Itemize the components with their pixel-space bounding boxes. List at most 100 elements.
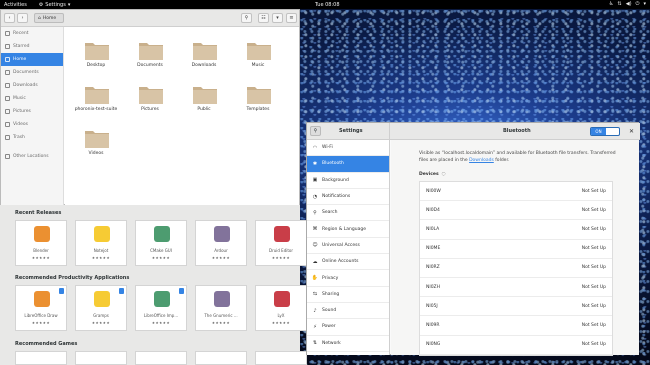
- folder-icon: [84, 83, 110, 105]
- sidebar-item-label: Region & Language: [322, 226, 366, 232]
- forward-button[interactable]: ›: [17, 13, 28, 23]
- sidebar-item-trash[interactable]: Trash: [1, 131, 63, 144]
- folder-videos[interactable]: Videos: [74, 121, 118, 166]
- sidebar-item-online-accounts[interactable]: ☁ Online Accounts: [307, 254, 389, 271]
- device-row[interactable]: NI0NG Not Set Up: [420, 336, 612, 355]
- section-header-recent: Recent Releases: [15, 210, 62, 216]
- sidebar-item-background[interactable]: ▣ Background: [307, 173, 389, 189]
- installed-badge-icon: [119, 288, 124, 294]
- search-button[interactable]: ⚲: [241, 13, 252, 23]
- sidebar-item-music[interactable]: Music: [1, 92, 63, 105]
- pictures-icon: [5, 109, 10, 114]
- folder-music[interactable]: Music: [236, 33, 280, 78]
- sidebar-item-other-locations[interactable]: Other Locations: [1, 150, 63, 163]
- sidebar-item-starred[interactable]: Starred: [1, 40, 63, 53]
- settings-window: ⚲ Settings Bluetooth ON ✕ ◠ Wi-Fi ✱ Bluetoo…: [306, 122, 640, 356]
- sidebar-item-videos[interactable]: Videos: [1, 118, 63, 131]
- device-status: Not Set Up: [581, 322, 606, 328]
- rating-stars: ★★★★★: [211, 256, 231, 260]
- sidebar-item-network[interactable]: ⇅ Network: [307, 336, 389, 352]
- folder-documents[interactable]: Documents: [128, 33, 172, 78]
- device-name: NI0ME: [426, 246, 441, 252]
- game-tile[interactable]: [195, 351, 247, 365]
- game-tile[interactable]: [255, 351, 307, 365]
- sidebar-item-universal-access[interactable]: ☺ Universal Access: [307, 238, 389, 255]
- folder-name: Documents: [137, 63, 163, 68]
- folder-phoronix-test-suite[interactable]: phoronix-test-suite: [74, 77, 118, 122]
- device-row[interactable]: NI0D4 Not Set Up: [420, 201, 612, 221]
- sidebar-item-sound[interactable]: ♪ Sound: [307, 303, 389, 320]
- folder-name: Music: [251, 63, 265, 68]
- app-icon: [272, 224, 292, 244]
- back-button[interactable]: ‹: [4, 13, 15, 23]
- bluetooth-description: Visible as “localhost.localdomain” and a…: [419, 151, 619, 164]
- close-button[interactable]: ✕: [629, 128, 634, 135]
- app-tile-druid-editor[interactable]: Druid Editor ★★★★★: [255, 220, 307, 266]
- clock[interactable]: Tue 08:08: [315, 2, 340, 8]
- sidebar-item-privacy[interactable]: ✋ Privacy: [307, 270, 389, 287]
- sidebar-item-home[interactable]: Home: [1, 53, 63, 66]
- games-row: [15, 351, 307, 365]
- search-button[interactable]: ⚲: [310, 126, 321, 136]
- menu-button[interactable]: ≡: [286, 13, 297, 23]
- rating-stars: ★★★★★: [31, 256, 51, 260]
- sidebar-item-recent[interactable]: Recent: [1, 27, 63, 40]
- sidebar-item-label: Videos: [13, 122, 28, 127]
- sidebar-item-power[interactable]: ⚡ Power: [307, 319, 389, 336]
- starred-icon: [5, 44, 10, 49]
- device-status: Not Set Up: [581, 207, 606, 213]
- app-tile-ardour[interactable]: Ardour ★★★★★: [195, 220, 247, 266]
- app-tile-lyx[interactable]: LyX ★★★★★: [255, 285, 307, 331]
- app-tile-the-gnumeric[interactable]: The Gnumeric ... ★★★★★: [195, 285, 247, 331]
- activities-button[interactable]: Activities: [4, 2, 27, 8]
- sidebar-item-pictures[interactable]: Pictures: [1, 105, 63, 118]
- videos-icon: [5, 122, 10, 127]
- bluetooth-toggle[interactable]: ON: [590, 127, 620, 136]
- list-view-icon: ☷: [261, 15, 266, 21]
- sidebar-item-documents[interactable]: Documents: [1, 66, 63, 79]
- device-row[interactable]: NI0LA Not Set Up: [420, 220, 612, 240]
- device-row[interactable]: NI05J Not Set Up: [420, 297, 612, 317]
- app-tile-notejot[interactable]: Notejot ★★★★★: [75, 220, 127, 266]
- sidebar-item-search[interactable]: ⚲ Search: [307, 205, 389, 222]
- device-row[interactable]: NI0ME Not Set Up: [420, 240, 612, 259]
- app-tile-blender[interactable]: Blender ★★★★★: [15, 220, 67, 266]
- rating-stars: ★★★★★: [91, 321, 111, 325]
- sidebar-item-downloads[interactable]: Downloads: [1, 79, 63, 92]
- game-tile[interactable]: [135, 351, 187, 365]
- system-menu[interactable]: ♿ ⇅ ◀) ⏻ ▾: [609, 1, 646, 7]
- breadcrumb[interactable]: ⌂ Home: [34, 13, 64, 23]
- app-tile-gramps[interactable]: Gramps ★★★★★: [75, 285, 127, 331]
- folder-templates[interactable]: Templates: [236, 77, 280, 122]
- sidebar-item-label: Online Accounts: [322, 259, 359, 265]
- view-options-button[interactable]: ▾: [272, 13, 283, 23]
- sidebar-item-sharing[interactable]: ⇆ Sharing: [307, 287, 389, 303]
- app-name: LibreOffice Draw: [24, 313, 58, 318]
- game-tile[interactable]: [75, 351, 127, 365]
- device-row[interactable]: NI00W Not Set Up: [420, 182, 612, 202]
- device-row[interactable]: NI0ZH Not Set Up: [420, 278, 612, 298]
- app-tile-libreoffice-imp[interactable]: LibreOffice Imp... ★★★★★: [135, 285, 187, 331]
- downloads-link[interactable]: Downloads: [469, 158, 494, 163]
- recent-row: Blender ★★★★★ Notejot ★★★★★ CMake GUI ★★★★★ Ar…: [15, 220, 307, 266]
- sidebar-item-notifications[interactable]: ◔ Notifications: [307, 189, 389, 206]
- app-name: LyX: [277, 313, 285, 318]
- folder-pictures[interactable]: Pictures: [128, 77, 172, 122]
- device-row[interactable]: NI0RZ Not Set Up: [420, 259, 612, 278]
- app-menu[interactable]: ⚙ Settings ▾: [39, 2, 71, 8]
- sidebar-item-label: Sharing: [322, 291, 340, 297]
- region-language-icon: ⌘: [312, 226, 318, 233]
- app-tile-cmake-gui[interactable]: CMake GUI ★★★★★: [135, 220, 187, 266]
- folder-desktop[interactable]: Desktop: [74, 33, 118, 78]
- sidebar-item-wi-fi[interactable]: ◠ Wi-Fi: [307, 140, 389, 157]
- sidebar-item-region-language[interactable]: ⌘ Region & Language: [307, 221, 389, 238]
- app-tile-libreoffice-draw[interactable]: LibreOffice Draw ★★★★★: [15, 285, 67, 331]
- view-toggle-button[interactable]: ☷: [258, 13, 269, 23]
- sidebar-item-bluetooth[interactable]: ✱ Bluetooth: [307, 156, 389, 173]
- device-row[interactable]: NI09R Not Set Up: [420, 316, 612, 336]
- game-tile[interactable]: [15, 351, 67, 365]
- folder-public[interactable]: Public: [182, 77, 226, 122]
- folder-downloads[interactable]: Downloads: [182, 33, 226, 78]
- sidebar-item-label: Power: [322, 324, 336, 330]
- app-name: Blender: [33, 248, 49, 253]
